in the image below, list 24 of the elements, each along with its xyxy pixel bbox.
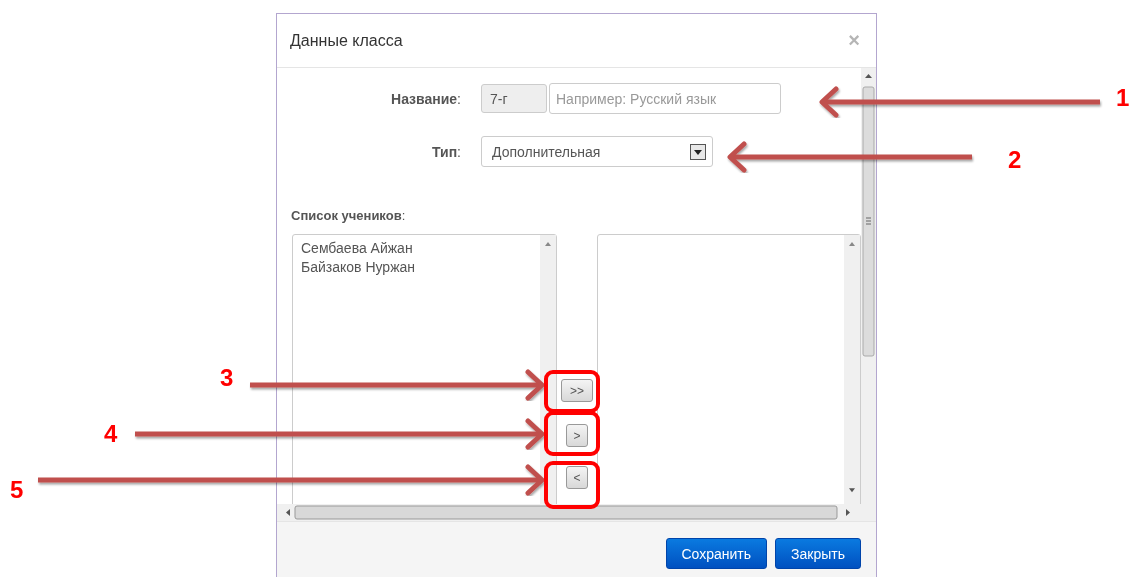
transfer-button[interactable]: > [566,424,588,447]
annotation-number: 4 [104,420,118,448]
annotation-number: 5 [10,476,24,504]
highlight-frame [544,461,600,509]
dialog-button[interactable]: Закрыть [775,538,861,569]
annotation-number: 2 [1008,146,1022,174]
transfer-button[interactable]: < [566,466,588,489]
dialog-button[interactable]: Сохранить [665,538,768,569]
type-dropdown[interactable]: Дополнительная [481,136,713,167]
highlight-frame [544,411,600,456]
annotation-number: 3 [220,364,234,392]
transfer-button[interactable]: >> [561,379,593,402]
dialog-title: Данные класса [290,31,403,50]
highlight-frame [544,370,600,413]
student-item[interactable]: Байзаков Нуржан [301,258,532,277]
student-item[interactable]: Сембаева Айжан [301,239,532,258]
type-label: Тип: [431,143,461,160]
student-list-label: Список учеников: [291,208,407,223]
scrollbar[interactable] [861,68,876,504]
available-students-list[interactable]: Сембаева Айжан Байзаков Нуржан [292,234,557,504]
annotation-number: 1 [1116,84,1130,112]
name-label: Название: [390,90,461,107]
name-input-field[interactable]: Например: Русский язык [549,83,781,114]
class-prefix-field: 7-г [481,84,547,113]
